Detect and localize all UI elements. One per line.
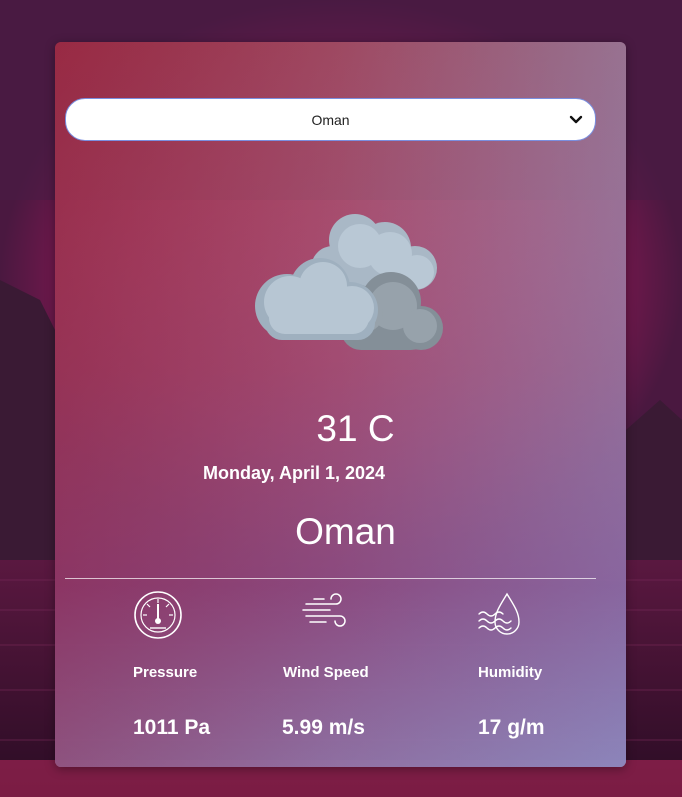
cloudy-icon — [255, 214, 443, 350]
current-date: Monday, April 1, 2024 — [203, 463, 386, 483]
wind-speed-value: 5.99 m/s — [282, 716, 365, 739]
location-select-value: Oman — [311, 112, 350, 128]
humidity-label: Humidity — [478, 664, 543, 681]
city-name: Oman — [295, 511, 396, 552]
gauge-icon — [134, 591, 182, 639]
pressure-label: Pressure — [133, 664, 198, 681]
location-select[interactable]: Oman — [65, 98, 596, 141]
humidity-value: 17 g/m — [478, 716, 545, 739]
card-gradient-overlay-2 — [55, 42, 626, 767]
chevron-down-icon — [569, 115, 583, 124]
temperature: 31 C — [316, 408, 395, 449]
wind-speed-label: Wind Speed — [283, 664, 369, 681]
pressure-value: 1011 Pa — [133, 716, 211, 739]
humidity-icon — [478, 592, 520, 635]
weather-card: Oman 31 C Monday, April 1, 2024 Oman Pre… — [55, 42, 626, 767]
divider — [65, 578, 596, 579]
wind-icon — [302, 593, 346, 627]
